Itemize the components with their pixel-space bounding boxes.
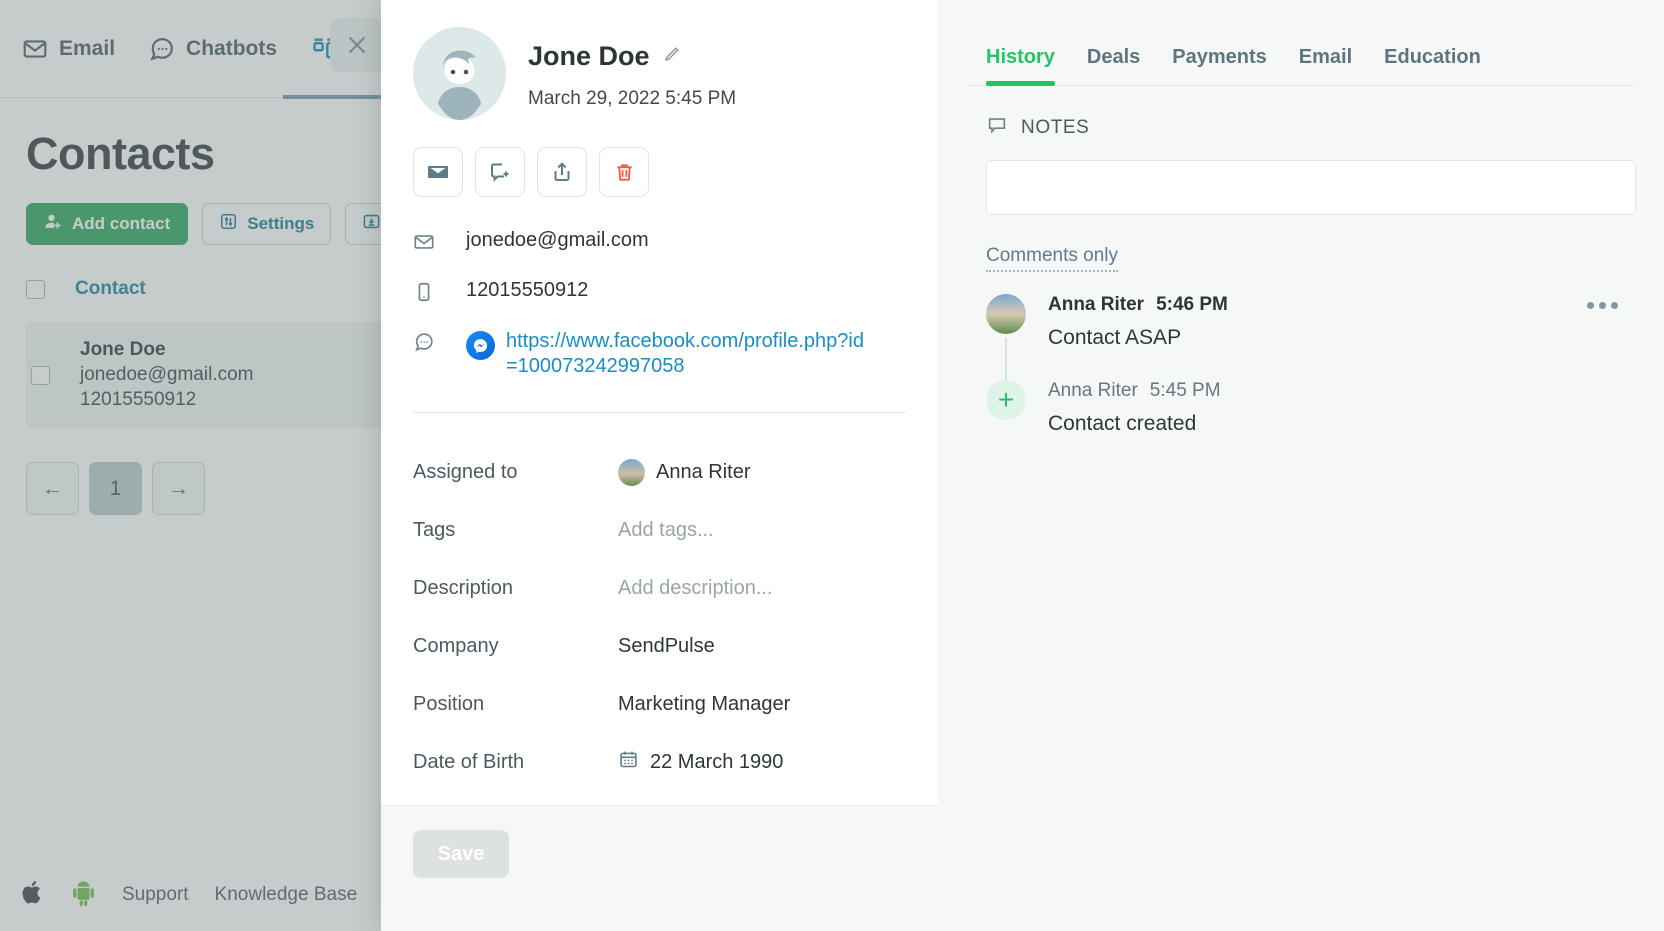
timeline-text: Contact ASAP bbox=[1048, 326, 1182, 349]
field-label-date-of-birth: Date of Birth bbox=[413, 750, 525, 773]
field-value-position[interactable]: Marketing Manager bbox=[618, 693, 790, 716]
user-avatar-icon bbox=[413, 27, 506, 120]
share-icon bbox=[554, 162, 570, 181]
field-company: Company SendPulse bbox=[413, 617, 906, 675]
tab-history[interactable]: History bbox=[986, 46, 1055, 86]
section-divider bbox=[413, 412, 906, 413]
field-value-company[interactable]: SendPulse bbox=[618, 635, 715, 658]
contact-channels: jonedoe@gmail.com 12015550912 https://ww… bbox=[413, 229, 906, 379]
calendar-icon bbox=[618, 749, 639, 776]
modal-footer: Save bbox=[381, 805, 938, 931]
field-date-of-birth: Date of Birth 22 March 1990 bbox=[413, 733, 906, 791]
field-label-position: Position bbox=[413, 692, 485, 715]
timeline-time: 5:46 PM bbox=[1156, 294, 1228, 315]
envelope-icon bbox=[413, 229, 435, 253]
plus-icon: + bbox=[986, 380, 1026, 420]
field-assigned-to: Assigned to Anna Riter bbox=[413, 443, 906, 501]
send-email-button[interactable] bbox=[413, 147, 463, 197]
tab-email[interactable]: Email bbox=[1299, 46, 1352, 85]
notes-header: NOTES bbox=[986, 114, 1636, 141]
channel-value-email[interactable]: jonedoe@gmail.com bbox=[466, 229, 649, 252]
tab-payments[interactable]: Payments bbox=[1172, 46, 1267, 85]
contact-name-row: Jone Doe bbox=[528, 41, 736, 72]
timeline-badge-avatar bbox=[986, 294, 1026, 334]
timeline-time: 5:45 PM bbox=[1149, 380, 1221, 401]
contact-header-text: Jone Doe March 29, 2022 5:45 PM bbox=[528, 27, 736, 110]
avatar bbox=[618, 458, 645, 486]
contact-created-date: March 29, 2022 5:45 PM bbox=[528, 88, 737, 109]
dot-icon bbox=[1599, 302, 1606, 309]
channel-row-messenger: https://www.facebook.com/profile.php?id=… bbox=[413, 329, 906, 379]
send-email-icon bbox=[428, 166, 448, 178]
field-label-company: Company bbox=[413, 634, 499, 657]
contact-fields: Assigned to Anna Riter Tags Add tags... … bbox=[413, 443, 906, 791]
contact-info-scroll[interactable]: Jone Doe March 29, 2022 5:45 PM jonedoe@… bbox=[381, 0, 938, 805]
messenger-icon bbox=[466, 331, 495, 360]
trash-icon bbox=[616, 163, 632, 181]
contact-activity-panel: History Deals Payments Email Education N… bbox=[938, 0, 1664, 931]
field-value-assigned-to-text: Anna Riter bbox=[656, 460, 751, 483]
field-value-assigned-to[interactable]: Anna Riter bbox=[618, 458, 751, 486]
field-position: Position Marketing Manager bbox=[413, 675, 906, 733]
field-value-description[interactable]: Add description... bbox=[618, 577, 773, 600]
timeline-item-created: + Anna Riter 5:45 PM Contact created bbox=[986, 380, 1636, 436]
timeline-badge-plus: + bbox=[986, 380, 1026, 420]
timeline-text: Contact created bbox=[1048, 412, 1197, 435]
timeline-author: Anna Riter bbox=[1048, 294, 1145, 315]
messenger-bubble-icon bbox=[413, 329, 435, 353]
channel-row-phone: 12015550912 bbox=[413, 279, 906, 303]
contact-action-buttons bbox=[413, 147, 906, 197]
notes-input[interactable] bbox=[986, 160, 1636, 215]
delete-button[interactable] bbox=[599, 147, 649, 197]
timeline-author: Anna Riter bbox=[1048, 380, 1138, 401]
field-label-assigned-to: Assigned to bbox=[413, 460, 518, 483]
add-note-icon bbox=[491, 163, 509, 182]
field-value-tags[interactable]: Add tags... bbox=[618, 519, 714, 542]
notes-label: NOTES bbox=[1021, 116, 1090, 138]
channel-value-messenger-link[interactable]: https://www.facebook.com/profile.php?id=… bbox=[506, 329, 866, 379]
dot-icon bbox=[1587, 302, 1594, 309]
tab-education[interactable]: Education bbox=[1384, 46, 1481, 85]
field-label-tags: Tags bbox=[413, 518, 456, 541]
contact-info-panel: Jone Doe March 29, 2022 5:45 PM jonedoe@… bbox=[381, 0, 938, 931]
messenger-link-wrap: https://www.facebook.com/profile.php?id=… bbox=[466, 329, 866, 379]
activity-timeline: Anna Riter 5:46 PM Contact ASAP + Anna R… bbox=[986, 294, 1636, 436]
pencil-icon[interactable] bbox=[662, 45, 681, 69]
contact-header: Jone Doe March 29, 2022 5:45 PM bbox=[413, 27, 906, 120]
field-label-description: Description bbox=[413, 576, 514, 599]
field-tags: Tags Add tags... bbox=[413, 501, 906, 559]
timeline-item-comment: Anna Riter 5:46 PM Contact ASAP bbox=[986, 294, 1636, 350]
add-note-button[interactable] bbox=[475, 147, 525, 197]
mobile-icon bbox=[413, 279, 435, 303]
field-value-date-of-birth-text: 22 March 1990 bbox=[650, 750, 784, 773]
channel-value-phone[interactable]: 12015550912 bbox=[466, 279, 588, 302]
note-bubble-icon bbox=[986, 114, 1008, 141]
avatar bbox=[986, 294, 1026, 334]
comments-only-filter[interactable]: Comments only bbox=[986, 245, 1118, 272]
field-value-date-of-birth[interactable]: 22 March 1990 bbox=[618, 749, 783, 776]
activity-tabs: History Deals Payments Email Education bbox=[966, 0, 1636, 86]
contact-detail-modal: Jone Doe March 29, 2022 5:45 PM jonedoe@… bbox=[381, 0, 1664, 931]
channel-row-email: jonedoe@gmail.com bbox=[413, 229, 906, 253]
dot-icon bbox=[1611, 302, 1618, 309]
timeline-meta: Anna Riter 5:46 PM bbox=[1048, 294, 1636, 316]
field-description: Description Add description... bbox=[413, 559, 906, 617]
tab-deals[interactable]: Deals bbox=[1087, 46, 1140, 85]
timeline-body: Anna Riter 5:45 PM Contact created bbox=[1048, 380, 1636, 436]
contact-name: Jone Doe bbox=[528, 41, 650, 71]
timeline-meta: Anna Riter 5:45 PM bbox=[1048, 380, 1636, 402]
save-button[interactable]: Save bbox=[413, 830, 509, 878]
timeline-more-menu-button[interactable] bbox=[1587, 302, 1618, 309]
timeline-body: Anna Riter 5:46 PM Contact ASAP bbox=[1048, 294, 1636, 350]
share-button[interactable] bbox=[537, 147, 587, 197]
